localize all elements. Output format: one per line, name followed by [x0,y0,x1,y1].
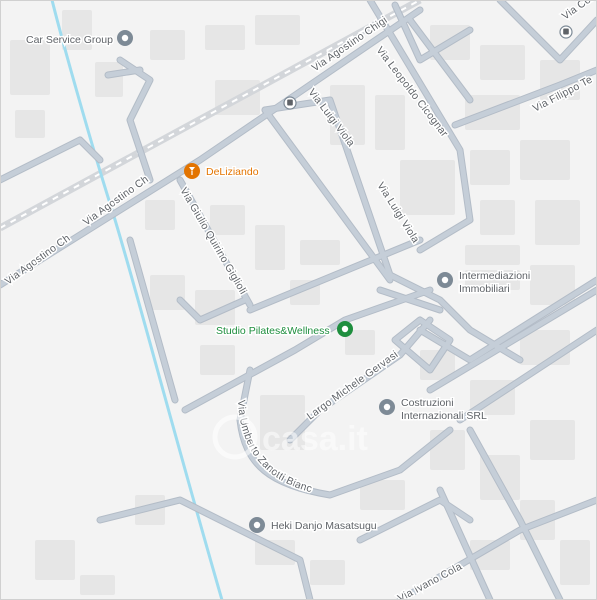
fitness-pin-icon [337,321,353,337]
bus-stop-marker[interactable] [559,25,573,39]
bus-stop-marker[interactable] [283,96,297,110]
poi-label-line-1: Costruzioni [401,397,454,409]
watermark-text: casa.it [262,420,368,458]
poi-label: Heki Danjo Masatsugu [271,520,377,532]
poi-deliziando[interactable]: DeLiziando [184,163,260,180]
bus-stop-icon [563,28,569,35]
map-canvas[interactable]: Via Agostino Chigi Via Agostino Chigi Vi… [0,0,597,600]
map-svg[interactable]: Via Agostino Chigi Via Agostino Chigi Vi… [0,0,597,600]
poi-label-line-2: Internazionali SRL [401,410,487,422]
place-pin-icon [249,517,265,533]
place-pin-icon [117,30,133,46]
food-pin-icon [184,163,200,179]
poi-label-line-2: Immobiliari [459,283,510,295]
poi-label: Car Service Group [26,34,113,46]
bus-stop-icon [287,99,293,106]
place-pin-icon [379,399,395,415]
poi-label-line-1: Intermediazioni [459,270,530,282]
poi-label: DeLiziando [206,166,259,178]
poi-label: Studio Pilates&Wellness [216,325,330,337]
place-pin-icon [437,272,453,288]
